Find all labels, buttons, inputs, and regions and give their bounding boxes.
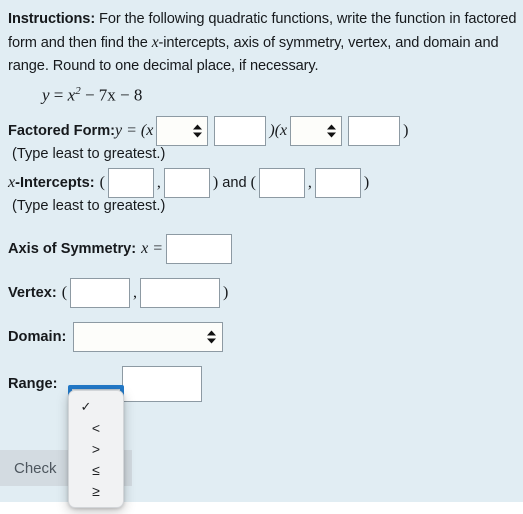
instructions-math-x: x [151, 34, 159, 51]
dropdown-option-gt[interactable]: > [69, 439, 123, 460]
domain-select-wrap: <>≤≥ [70, 321, 226, 352]
vertex-input-y[interactable] [140, 277, 221, 308]
factored-form-close-paren: ) [403, 121, 409, 139]
vertex-input-x[interactable] [70, 277, 131, 308]
equation-exponent: 2 [75, 85, 81, 97]
x-intercepts-and-text: and [222, 174, 247, 191]
factored-form-input-1[interactable] [214, 115, 267, 146]
x-intercepts-label: -Intercepts: [15, 174, 95, 191]
vertex-close-paren: ) [223, 283, 229, 301]
range-label: Range: [8, 375, 58, 392]
vertex-open-paren: ( [61, 283, 68, 301]
x-intercepts-close-paren-1: ) [212, 173, 219, 191]
factored-form-row: Factored Form: y = (x <>≤≥ )(x <>≤≥ ) (T… [8, 115, 517, 162]
factored-form-input-2[interactable] [348, 115, 401, 146]
x-intercepts-comma-2: , [307, 173, 312, 191]
range-input[interactable] [122, 365, 203, 402]
worksheet-page: Instructions: For the following quadrati… [0, 0, 523, 508]
factored-form-mid-literal: )(x [269, 121, 288, 139]
vertex-row: Vertex: ( , ) [8, 277, 517, 308]
instructions-paragraph: Instructions: For the following quadrati… [8, 8, 517, 78]
factored-form-select-1[interactable]: <>≤≥ [156, 115, 209, 146]
x-intercept-input-1[interactable] [107, 167, 154, 198]
dropdown-option-gte[interactable]: ≥ [69, 481, 123, 502]
x-intercepts-comma-1: , [156, 173, 161, 191]
domain-row: Domain: <>≤≥ [8, 321, 517, 352]
dropdown-option-lte[interactable]: ≤ [69, 460, 123, 481]
dropdown-option-lt[interactable]: < [69, 418, 123, 439]
x-intercepts-open-paren-2: ( [250, 173, 256, 191]
x-intercept-input-4[interactable] [314, 167, 361, 198]
x-intercept-input-3[interactable] [258, 167, 305, 198]
domain-select[interactable]: <>≤≥ [73, 321, 224, 352]
factored-form-select-2-wrap: <>≤≥ [287, 115, 345, 146]
quadratic-equation: y = x2 − 7x − 8 [42, 85, 517, 106]
factored-form-hint: (Type least to greatest.) [12, 145, 166, 162]
factored-form-label: Factored Form: [8, 122, 116, 139]
equation-equals: = [53, 85, 64, 105]
axis-of-symmetry-row: Axis of Symmetry: x = [8, 233, 517, 264]
factored-form-select-1-wrap: <>≤≥ [153, 115, 211, 146]
factored-form-select-2[interactable]: <>≤≥ [290, 115, 343, 146]
range-dropdown-popup[interactable]: ✓ < > ≤ ≥ [68, 390, 124, 508]
axis-of-symmetry-input[interactable] [166, 233, 233, 264]
x-intercepts-row: x -Intercepts: ( , ) and ( , ) (Type leas… [8, 167, 517, 214]
equation-lhs: y [42, 85, 50, 105]
x-intercepts-hint: (Type least to greatest.) [12, 197, 166, 214]
x-intercepts-label-math: x [8, 173, 16, 191]
vertex-label: Vertex: [8, 284, 57, 301]
x-intercepts-close-paren-2: ) [363, 173, 370, 191]
checkmark-icon: ✓ [80, 399, 92, 414]
vertex-comma: , [133, 283, 138, 301]
equation-rest: − 7x − 8 [84, 85, 143, 105]
instructions-label: Instructions: [8, 11, 96, 27]
x-intercept-input-2[interactable] [163, 167, 210, 198]
dropdown-option-blank[interactable]: ✓ [69, 394, 123, 418]
factored-form-math-prefix: y = (x [115, 121, 154, 139]
x-intercepts-open-paren-1: ( [99, 173, 105, 191]
domain-label: Domain: [8, 328, 67, 345]
axis-of-symmetry-math-prefix: x = [141, 239, 164, 257]
worksheet-content: Instructions: For the following quadrati… [0, 0, 523, 402]
axis-of-symmetry-label: Axis of Symmetry: [8, 240, 137, 257]
